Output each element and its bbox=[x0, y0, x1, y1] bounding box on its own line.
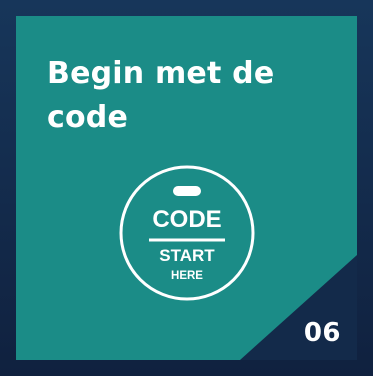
badge-here-label: HERE bbox=[171, 270, 203, 282]
tile-frame: Begin met de code CODE START HERE 06 bbox=[0, 0, 373, 376]
badge-start-label: START bbox=[159, 246, 215, 265]
badge-code-label: CODE bbox=[152, 206, 221, 233]
code-start-here-icon: CODE START HERE bbox=[117, 163, 257, 303]
step-number: 06 bbox=[303, 318, 341, 348]
code-step-card[interactable]: Begin met de code CODE START HERE 06 bbox=[16, 16, 357, 360]
card-title: Begin met de code bbox=[47, 56, 275, 135]
